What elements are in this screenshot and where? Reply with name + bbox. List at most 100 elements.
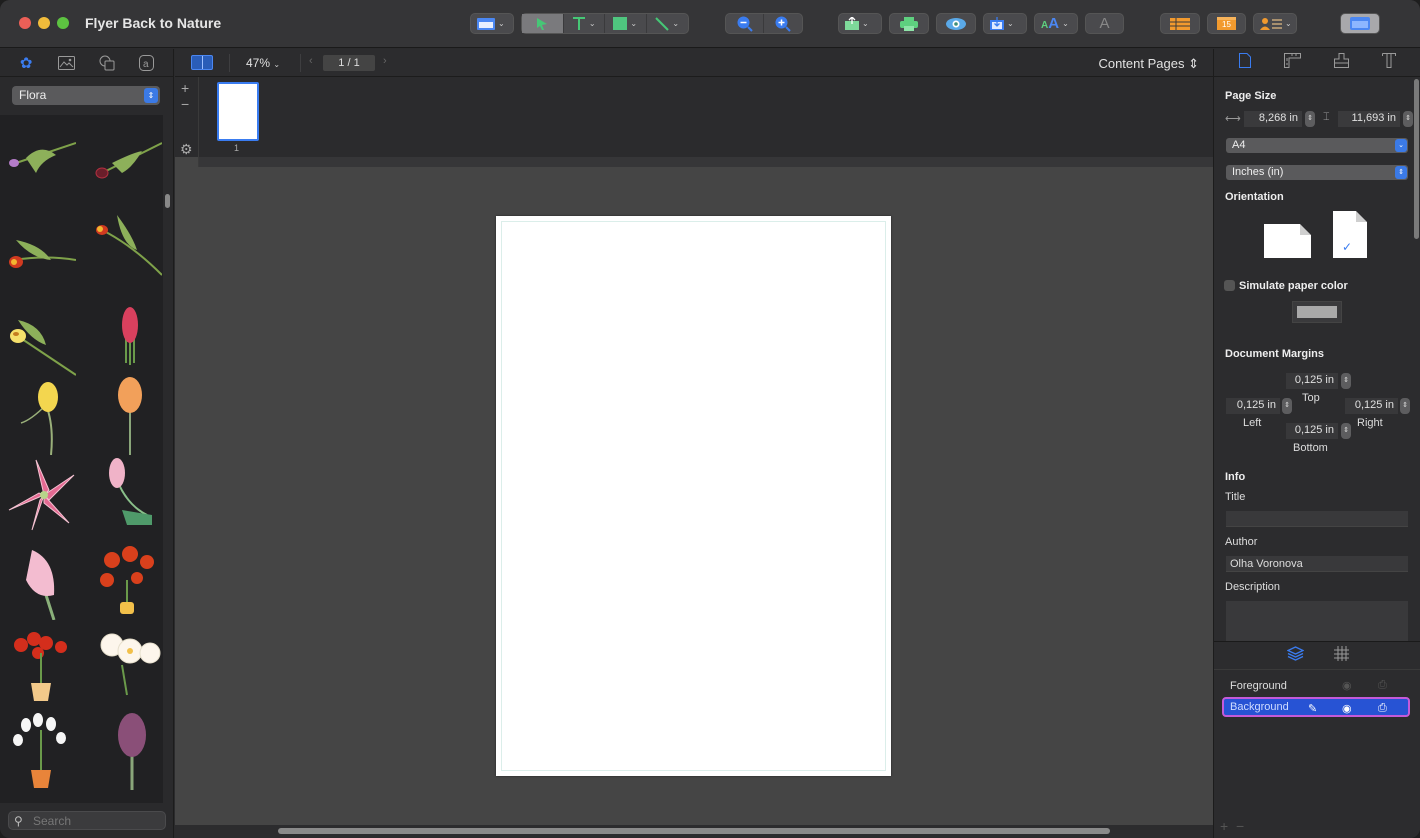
title-field[interactable]: [1226, 511, 1408, 527]
margin-bottom-field[interactable]: 0,125 in: [1286, 423, 1338, 439]
add-page-button[interactable]: +: [181, 80, 189, 96]
edit-pencil-icon[interactable]: ✎: [1308, 702, 1317, 715]
clipart-item[interactable]: [6, 300, 76, 380]
tab-document[interactable]: [1238, 53, 1251, 72]
clipart-item[interactable]: [6, 455, 76, 535]
description-field[interactable]: [1226, 601, 1408, 641]
chevron-down-icon: ⌄: [862, 19, 869, 28]
clipart-item[interactable]: [92, 710, 162, 790]
page-set-value: Content Pages: [1098, 56, 1185, 71]
clipart-item[interactable]: [6, 133, 76, 213]
tab-text-art[interactable]: a: [136, 53, 158, 73]
layer-row[interactable]: Foreground ◉ ⎙: [1222, 676, 1410, 696]
window-title: Flyer Back to Nature: [85, 15, 222, 31]
remove-layer-button[interactable]: −: [1236, 818, 1244, 834]
clipart-item[interactable]: [6, 710, 76, 790]
author-field[interactable]: Olha Voronova: [1226, 556, 1408, 572]
clipart-item[interactable]: [6, 375, 76, 455]
document-page[interactable]: [496, 216, 891, 776]
previous-page-button[interactable]: ‹: [309, 55, 313, 67]
clipart-item[interactable]: [6, 625, 76, 705]
chevron-down-icon: ⌄: [1285, 19, 1292, 28]
units-select[interactable]: Inches (in) ⇕: [1226, 165, 1408, 180]
paper-size-select[interactable]: A4 ⌄: [1226, 138, 1408, 153]
book-view-icon[interactable]: [191, 55, 213, 70]
page-height-stepper[interactable]: ⇕: [1403, 111, 1413, 127]
margin-left-label: Left: [1243, 417, 1262, 429]
clipart-item[interactable]: [92, 133, 162, 213]
calendar-button[interactable]: 15: [1207, 13, 1246, 34]
page-width-field[interactable]: 8,268 in: [1244, 111, 1302, 127]
zoom-out-button[interactable]: [726, 14, 765, 33]
font-styles-icon: AA: [1041, 15, 1060, 32]
pointer-tool-button[interactable]: [522, 14, 564, 33]
share-button[interactable]: ⌄: [838, 13, 882, 34]
simulate-paper-checkbox[interactable]: [1224, 280, 1235, 291]
zoom-select[interactable]: 47% ⌄: [246, 56, 280, 70]
shapes-icon: [99, 55, 115, 70]
tab-grid[interactable]: [1333, 646, 1349, 665]
horizontal-scrollbar[interactable]: [278, 828, 1110, 834]
add-layer-button[interactable]: +: [1220, 818, 1228, 834]
margin-right-field[interactable]: 0,125 in: [1345, 398, 1398, 414]
margin-bottom-stepper[interactable]: ⇕: [1341, 423, 1351, 439]
print-icon[interactable]: ⎙: [1378, 702, 1387, 715]
page-thumbnail[interactable]: [217, 82, 259, 141]
page-indicator[interactable]: 1 / 1: [323, 55, 375, 71]
clipart-item[interactable]: [92, 205, 162, 285]
visibility-icon[interactable]: ◉: [1342, 702, 1352, 715]
clipart-item[interactable]: [92, 455, 162, 535]
clipart-item[interactable]: [6, 540, 76, 620]
gallery-scrollbar[interactable]: [165, 194, 170, 208]
tab-images[interactable]: [55, 53, 77, 73]
shape-tool-button[interactable]: ⌄: [605, 14, 647, 33]
search-input[interactable]: ⚲ Search: [8, 811, 166, 830]
maximize-window-button[interactable]: [57, 17, 69, 29]
inspector-scrollbar[interactable]: [1414, 79, 1419, 239]
landscape-orientation-button[interactable]: [1264, 224, 1311, 258]
zoom-in-button[interactable]: [764, 14, 802, 33]
next-page-button[interactable]: ›: [383, 55, 387, 67]
margin-right-stepper[interactable]: ⇕: [1400, 398, 1410, 414]
text-tool-button[interactable]: ⌄: [564, 14, 605, 33]
tab-layers[interactable]: [1285, 646, 1305, 665]
print-icon[interactable]: ⎙: [1378, 679, 1387, 692]
margin-top-stepper[interactable]: ⇕: [1341, 373, 1351, 389]
author-label: Author: [1225, 536, 1258, 548]
clipart-item[interactable]: [92, 375, 162, 455]
import-button[interactable]: ⌄: [983, 13, 1027, 34]
clipart-item[interactable]: [92, 540, 162, 620]
tab-shapes[interactable]: [96, 53, 118, 73]
page-set-select[interactable]: Content Pages ⇕: [1098, 56, 1199, 72]
layer-row-selected[interactable]: Background ✎ ◉ ⎙: [1222, 697, 1410, 717]
view-mode-button[interactable]: ⌄: [470, 13, 514, 34]
text-format-button[interactable]: A: [1085, 13, 1124, 34]
paper-color-well[interactable]: [1292, 301, 1342, 323]
sidebar-toggle-button[interactable]: [1340, 13, 1380, 34]
clipart-item[interactable]: [6, 220, 76, 300]
category-select[interactable]: Flora ⇕: [12, 86, 160, 105]
contact-button[interactable]: ⌄: [1253, 13, 1297, 34]
visibility-icon[interactable]: ◉: [1342, 679, 1352, 692]
portrait-orientation-button[interactable]: ✓: [1333, 211, 1367, 258]
clipart-item[interactable]: [92, 625, 162, 705]
close-window-button[interactable]: [19, 17, 31, 29]
line-tool-button[interactable]: ⌄: [647, 14, 688, 33]
tab-typography[interactable]: [1381, 53, 1396, 72]
tab-style[interactable]: [1333, 53, 1349, 72]
margin-left-field[interactable]: 0,125 in: [1226, 398, 1280, 414]
margin-left-stepper[interactable]: ⇕: [1282, 398, 1292, 414]
page-height-field[interactable]: 11,693 in: [1338, 111, 1400, 127]
page-width-stepper[interactable]: ⇕: [1305, 111, 1315, 127]
print-button[interactable]: [889, 13, 929, 34]
gear-icon[interactable]: ⚙: [180, 141, 193, 158]
font-styles-button[interactable]: AA ⌄: [1034, 13, 1078, 34]
tab-clipart[interactable]: ✿: [15, 53, 37, 73]
minimize-window-button[interactable]: [38, 17, 50, 29]
preview-button[interactable]: [936, 13, 976, 34]
table-button[interactable]: [1160, 13, 1200, 34]
remove-page-button[interactable]: −: [181, 96, 189, 112]
tab-layout[interactable]: [1283, 53, 1301, 72]
margin-top-field[interactable]: 0,125 in: [1286, 373, 1338, 389]
clipart-item[interactable]: [100, 285, 163, 365]
